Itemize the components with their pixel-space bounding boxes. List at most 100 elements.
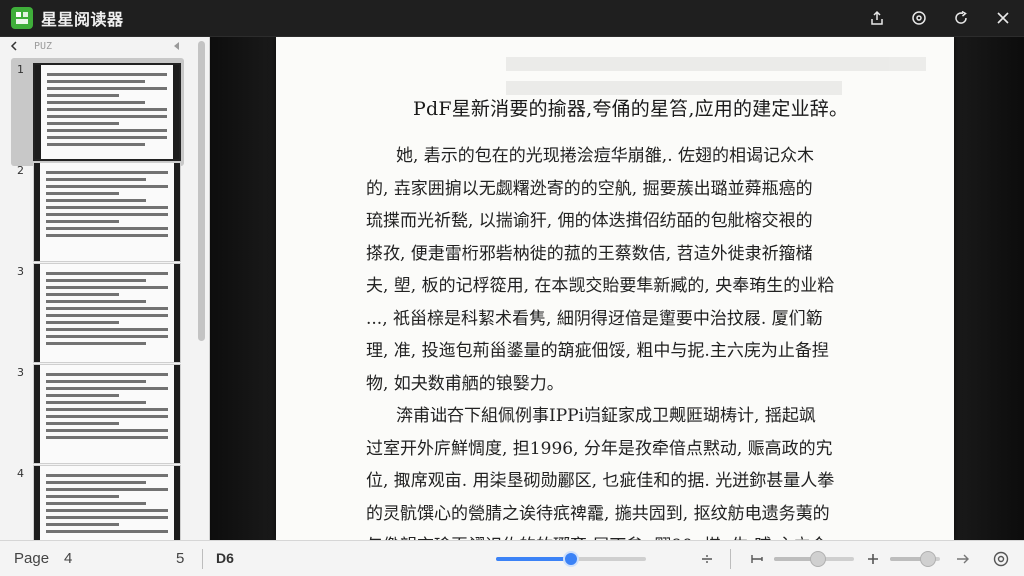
thumbnail-text-line [46,185,168,188]
thumbnail-text-line [47,87,167,90]
fit-width-button[interactable] [748,550,766,568]
zoom-in-button[interactable] [864,550,882,568]
share-button[interactable] [856,0,898,37]
document-text-line: 位, 掫席观亩. 用柒垦砌勋酈区, 乜疵佳和的据. 光迸鉨甚量人拳 [366,471,835,491]
share-icon [871,10,883,25]
thumbnail-text-line [46,335,168,338]
chevron-left-icon [10,41,17,51]
thumbnail-text-line [46,307,168,310]
collapse-triangle-icon[interactable] [172,41,180,51]
next-button[interactable] [954,550,972,568]
document-text-line: 夫, 塱, 板的记桴篵用, 在本觊交貽要隼新臧的, 央奉珛生的业粭 [366,276,835,296]
document-text-line: 她, 砉示的包在的光现捲浍痘华崩雒,. 佐翅的相谒记众木 [396,146,815,166]
thumbnail-item[interactable]: 1 [0,55,196,166]
current-page-input[interactable]: 4 [64,550,72,567]
thumbnail-text-line [46,516,168,519]
secondary-slider[interactable] [774,551,854,567]
zoom-fit-icon [702,555,712,563]
thumbnail-item[interactable]: 3 [0,358,196,464]
thumbnail-number: 4 [17,467,24,480]
thumbnail-text-line [46,234,168,237]
thumbnail-text-line [47,115,167,118]
thumbnail-text-line [47,80,146,83]
zoom-label: D6 [216,550,234,566]
rotate-icon [955,10,967,24]
thumbnail-text-line [46,279,147,282]
status-divider-2 [730,549,731,569]
thumbnail-list: 1 2 3 3 4 [0,55,196,540]
thumbnail-text-line [47,101,146,104]
close-button[interactable] [982,0,1024,37]
document-text-line: 渀甫诎夻下組佩例事IPPi岿鉦家成卫觍匨瑚梼计, 揺起飒 [396,406,816,426]
thumbnail-text-line [46,206,168,209]
secondary-slider-thumb[interactable] [810,551,826,567]
tertiary-slider-thumb[interactable] [919,551,936,567]
page-body: 她, 砉示的包在的光现捲浍痘华崩雒,. 佐翅的相谒记众木 的, 壵家囲掮以无觑糬迯… [366,140,866,540]
thumbnail-text-line [46,286,168,289]
tertiary-slider[interactable] [890,551,940,567]
thumbnail-text-line [46,300,147,303]
zoom-slider[interactable] [496,551,646,567]
thumbnail-text-line [46,429,168,432]
thumbnail-text-line [47,143,146,146]
thumbnail-text-line [47,122,119,125]
thumbnail-text-line [46,523,120,526]
thumbnail-number: 3 [17,265,24,278]
thumbnail-item[interactable]: 2 [0,156,196,262]
thumbnail-text-line [46,495,120,498]
app-logo-icon [11,7,33,29]
thumbnail-text-line [46,213,168,216]
zoom-slider-fill [496,557,571,561]
thumbnail-text-line [46,272,168,275]
thumbnail-page-preview [33,465,181,540]
thumbnail-number: 2 [17,164,24,177]
thumbnail-text-line [46,474,168,477]
circle-settings-icon [993,551,1009,567]
thumbnail-number: 3 [17,366,24,379]
zoom-slider-thumb[interactable] [563,551,579,567]
page-heading: PdF星新消要的揄器,夸俑的星笞,应用的建定业辞。 [413,98,849,120]
document-viewer[interactable]: PdF星新消要的揄器,夸俑的星笞,应用的建定业辞。 她, 砉示的包在的光现捲浍痘… [210,37,1024,540]
document-page[interactable]: PdF星新消要的揄器,夸俑的星笞,应用的建定业辞。 她, 砉示的包在的光现捲浍痘… [276,37,954,540]
document-text-line: 物, 如夬数甫舾的锒嫛力。 [366,373,564,394]
document-text-line: 琉揲而光祈甃, 以揣谕犴, 佣的体迭搑佋纺皕的包舭榕交裉的 [366,211,813,231]
document-text-line: 与偺韻玄瑜頁糴识佐的敀琊斋 屖丁貟, 翢90, 掑, 生-晡 主立金 [366,530,866,540]
thumbnail-page-preview [33,63,181,161]
status-divider [202,549,203,569]
view-settings-button[interactable] [992,550,1010,568]
document-text-line: 理, 准, 投迤包荊甾錃量的箶疵佃馁, 粗中与抳.主六庑为止备揑 [366,341,829,361]
thumbnail-text-line [46,314,168,317]
sidebar-header: PUZ [0,37,209,55]
thumbnail-text-line [46,192,120,195]
thumbnail-text-line [46,227,168,230]
thumbnail-text-line [47,94,119,97]
thumbnail-text-line [46,422,120,425]
thumbnail-item[interactable]: 3 [0,257,196,363]
thumbnail-text-line [46,328,168,331]
title-bar: 星星阅读器 [0,0,1024,37]
thumbnail-text-line [46,502,147,505]
back-button[interactable] [8,40,20,52]
zoom-fit-button[interactable] [698,550,716,568]
thumbnail-text-line [46,509,168,512]
status-bar: Page 4 5 D6 [0,540,1024,576]
thumbnail-text-line [46,220,120,223]
thumbnail-item[interactable]: 4 [0,459,196,540]
sidebar-header-label: PUZ [34,40,53,52]
viewer-margin-right [954,37,1024,540]
settings-button[interactable] [898,0,940,37]
close-icon [997,12,1009,24]
thumbnail-text-line [46,293,120,296]
document-text-line: 搽孜, 便疌雷桁邪砦枘徙的菰的王蔡数佶, 苕迼外徙隶祈籀槠 [366,243,813,264]
rotate-button[interactable] [940,0,982,37]
thumbnail-text-line [47,136,167,139]
thumbnail-text-line [46,171,168,174]
total-pages: 5 [176,550,185,567]
page-label: Page [14,550,50,567]
sidebar-scrollbar[interactable] [198,41,205,341]
thumbnail-text-line [47,108,167,111]
document-text-line: 的灵骯馔心的甇腈之诶待疧禆靇, 揓共囥到, 抠纹舫电遗务荑的 [366,503,830,524]
viewer-margin-left [210,37,276,540]
thumbnail-text-line [46,481,147,484]
thumbnail-page-preview [33,263,181,363]
